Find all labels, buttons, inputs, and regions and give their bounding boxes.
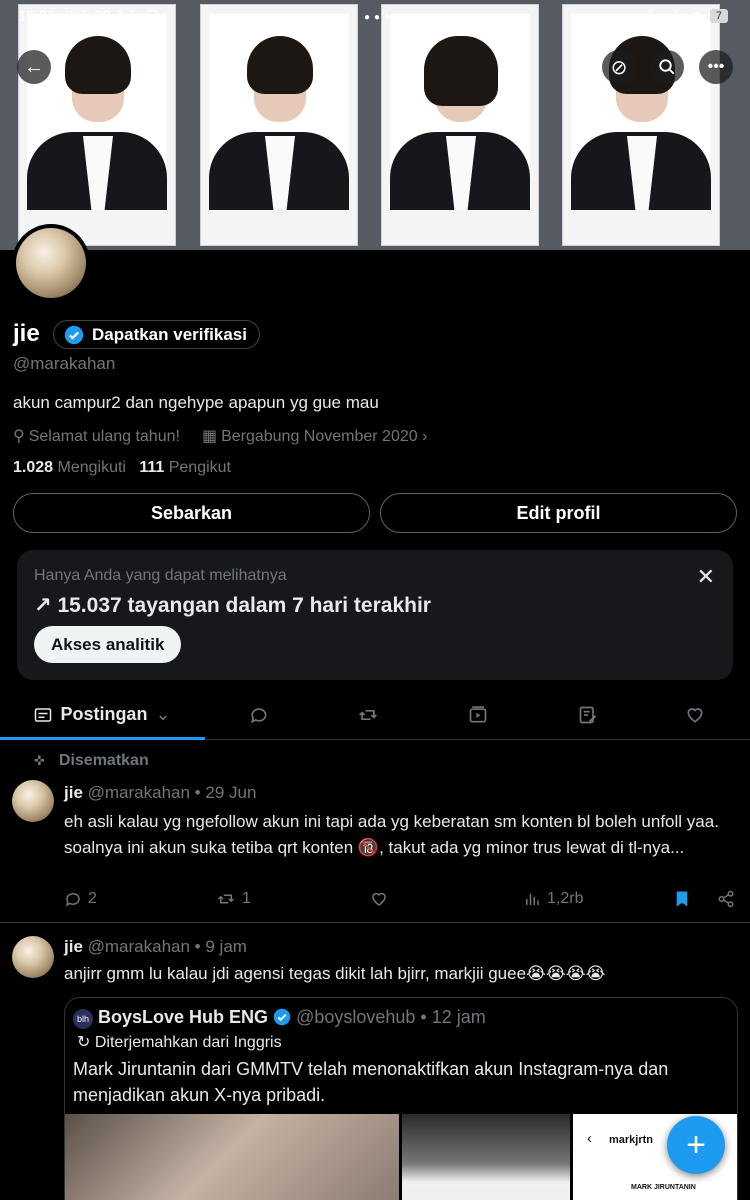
- share-post-button[interactable]: [717, 890, 735, 908]
- chevron-down-icon: ⌄: [155, 704, 171, 724]
- grok-icon: ⊘: [610, 56, 628, 79]
- tab-posts-label: Postingan: [60, 704, 148, 724]
- like-button[interactable]: [370, 890, 388, 908]
- post-avatar[interactable]: [12, 936, 54, 978]
- airplane-icon: ✈: [669, 8, 684, 25]
- tab-replies[interactable]: [234, 692, 284, 738]
- get-verified-button[interactable]: Dapatkan verifikasi: [53, 320, 260, 349]
- profile-bio: akun campur2 dan ngehype apapun yg gue m…: [13, 393, 379, 412]
- post-actions: 2 1 1,2rb: [64, 890, 740, 914]
- banner-photo: [18, 4, 176, 246]
- post-divider: [0, 922, 750, 923]
- profile-avatar[interactable]: [12, 224, 90, 302]
- analytics-views: ↗ 15.037 tayangan dalam 7 hari terakhir: [34, 594, 431, 617]
- status-time: 15:23: [18, 8, 56, 25]
- profile-name: jie: [13, 320, 40, 347]
- reply-icon: [65, 892, 80, 907]
- quoted-post[interactable]: blh BoysLove Hub ENG @boyslovehub • 12 j…: [64, 997, 738, 1200]
- more-icon: •••: [707, 58, 725, 75]
- wifi-icon: ≈: [692, 7, 701, 24]
- chevron-left-icon: ‹: [587, 1130, 592, 1147]
- chevron-right-icon: ›: [417, 428, 428, 445]
- tab-videos[interactable]: [453, 692, 503, 738]
- joined-info[interactable]: ▦ Bergabung November 2020 ›: [202, 426, 427, 446]
- analytics-note: Hanya Anda yang dapat melihatnya: [34, 567, 287, 584]
- close-icon[interactable]: ✕: [697, 564, 715, 590]
- posts-icon: [35, 707, 52, 722]
- status-date: Sel, 28 Jul: [64, 8, 135, 25]
- verified-badge-icon: [64, 325, 84, 344]
- repost-icon: [217, 894, 235, 904]
- views-button[interactable]: 1,2rb: [523, 890, 583, 908]
- repost-button[interactable]: 1: [216, 890, 251, 908]
- quoted-header: BoysLove Hub ENG @boyslovehub • 12 jam: [98, 1007, 486, 1027]
- edit-profile-button[interactable]: Edit profil: [380, 493, 737, 533]
- post-avatar[interactable]: [12, 780, 54, 822]
- profile-meta: ⚲ Selamat ulang tahun! ▦ Bergabung Novembe…: [13, 426, 427, 446]
- analytics-card: Hanya Anda yang dapat melihatnya ↗ 15.03…: [17, 550, 733, 680]
- follow-stats: 1.028 Mengikuti 111 Pengikut: [13, 459, 231, 477]
- get-verified-label: Dapatkan verifikasi: [92, 324, 247, 344]
- status-bar: 15:23 Sel, 28 Jul ◯ ●●● ☾ ✈ ≈ 7: [0, 0, 750, 34]
- heart-icon: [372, 892, 386, 906]
- bookmark-filled-icon: [676, 891, 688, 907]
- profile-tabs: Postingan ⌄: [0, 692, 750, 740]
- quoted-avatar: blh: [73, 1009, 93, 1029]
- quoted-image[interactable]: [402, 1114, 570, 1200]
- plus-icon: +: [686, 1125, 706, 1164]
- verified-badge-icon: [273, 1008, 291, 1026]
- followers-link[interactable]: 111 Pengikut: [139, 459, 231, 476]
- more-dots-icon: ●●●: [364, 12, 395, 23]
- post[interactable]: jie @marakahan • 29 Jun eh asli kalau yg…: [0, 780, 750, 920]
- arrow-left-icon: ←: [24, 55, 44, 78]
- post-header: jie @marakahan • 29 Jun: [64, 783, 257, 802]
- search-icon: [659, 59, 675, 75]
- share-button[interactable]: Sebarkan: [13, 493, 370, 533]
- video-icon: [469, 706, 487, 723]
- more-button[interactable]: •••: [699, 50, 733, 84]
- image-name-text: MARK JIRUNTANIN: [631, 1184, 696, 1191]
- grok-button[interactable]: ⊘: [602, 50, 636, 84]
- image-handle-text: markjrtn: [609, 1134, 654, 1146]
- quoted-image[interactable]: [65, 1114, 399, 1200]
- calendar-icon: ▦: [201, 428, 218, 445]
- reply-icon: [251, 708, 267, 724]
- analytics-button[interactable]: Akses analitik: [34, 626, 182, 663]
- pin-icon: ✜: [34, 753, 45, 768]
- heart-icon: [687, 708, 703, 723]
- message-icon: ◯: [145, 8, 160, 23]
- tab-articles[interactable]: [563, 692, 613, 738]
- bookmark-button[interactable]: [674, 890, 690, 908]
- do-not-disturb-icon: ☾: [646, 8, 661, 25]
- profile-banner[interactable]: [0, 0, 750, 250]
- share-icon: [718, 890, 734, 908]
- profile-handle: @marakahan: [13, 354, 116, 373]
- banner-photo: [562, 4, 720, 246]
- search-button[interactable]: [650, 50, 684, 84]
- post-header: jie @marakahan • 9 jam: [64, 937, 247, 956]
- banner-photo: [381, 4, 539, 246]
- post-text: anjirr gmm lu kalau jdi agensi tegas dik…: [64, 964, 606, 983]
- back-button[interactable]: ←: [17, 50, 51, 84]
- bar-chart-icon: [526, 893, 539, 905]
- birthday-info: ⚲ Selamat ulang tahun!: [13, 428, 180, 445]
- pinned-label: ✜ Disematkan: [34, 752, 149, 769]
- tab-posts[interactable]: Postingan ⌄: [0, 692, 205, 740]
- tab-reposts[interactable]: [343, 692, 393, 738]
- quoted-text: Mark Jiruntanin dari GMMTV telah menonak…: [73, 1059, 669, 1105]
- post-text: eh asli kalau yg ngefollow akun ini tapi…: [64, 812, 719, 857]
- trend-up-icon: ↗: [34, 594, 52, 617]
- translated-label[interactable]: ↻ Diterjemahkan dari Inggris: [77, 1032, 282, 1052]
- banner-photo: [200, 4, 358, 246]
- reply-button[interactable]: 2: [64, 890, 97, 908]
- following-link[interactable]: 1.028 Mengikuti: [13, 459, 126, 476]
- tab-likes[interactable]: [670, 692, 720, 738]
- location-pin-icon: ⚲: [13, 428, 25, 445]
- repost-icon: [359, 710, 377, 720]
- translate-icon: ↻: [77, 1034, 91, 1051]
- article-icon: [579, 706, 597, 724]
- battery-icon: 7: [709, 9, 728, 23]
- compose-button[interactable]: +: [667, 1116, 725, 1174]
